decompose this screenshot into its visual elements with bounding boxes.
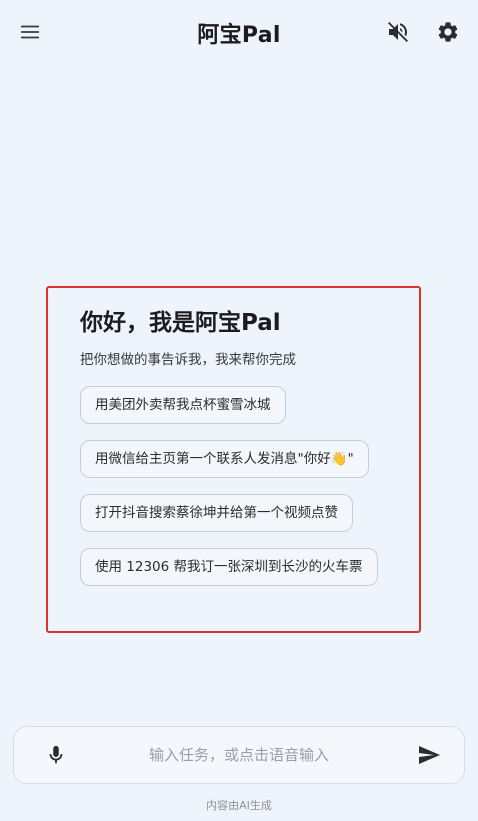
mute-button[interactable] bbox=[378, 12, 418, 52]
suggestion-chip-meituan[interactable]: 用美团外卖帮我点杯蜜雪冰城 bbox=[80, 386, 286, 424]
settings-button[interactable] bbox=[428, 12, 468, 52]
send-button[interactable] bbox=[409, 735, 449, 775]
suggestion-chip-wechat[interactable]: 用微信给主页第一个联系人发消息"你好👋" bbox=[80, 440, 369, 478]
send-icon bbox=[419, 746, 440, 764]
task-input[interactable] bbox=[84, 727, 394, 783]
microphone-icon bbox=[49, 745, 63, 764]
volume-off-icon bbox=[388, 22, 408, 42]
welcome-panel: 你好，我是阿宝Pal 把你想做的事告诉我，我来帮你完成 用美团外卖帮我点杯蜜雪冰… bbox=[80, 308, 410, 602]
voice-input-button[interactable] bbox=[36, 735, 76, 775]
top-bar: 阿宝Pal bbox=[0, 0, 478, 64]
welcome-subtitle: 把你想做的事告诉我，我来帮你完成 bbox=[80, 352, 296, 368]
task-input-bar bbox=[13, 726, 465, 784]
suggestion-chip-douyin[interactable]: 打开抖音搜索蔡徐坤并给第一个视频点赞 bbox=[80, 494, 353, 532]
suggestion-list: 用美团外卖帮我点杯蜜雪冰城 用微信给主页第一个联系人发消息"你好👋" 打开抖音搜… bbox=[80, 386, 410, 586]
greeting-title: 你好，我是阿宝Pal bbox=[80, 310, 281, 336]
gear-icon bbox=[438, 22, 458, 42]
suggestion-chip-12306[interactable]: 使用 12306 帮我订一张深圳到长沙的火车票 bbox=[80, 548, 378, 586]
ai-disclaimer: 内容由AI生成 bbox=[206, 799, 272, 812]
